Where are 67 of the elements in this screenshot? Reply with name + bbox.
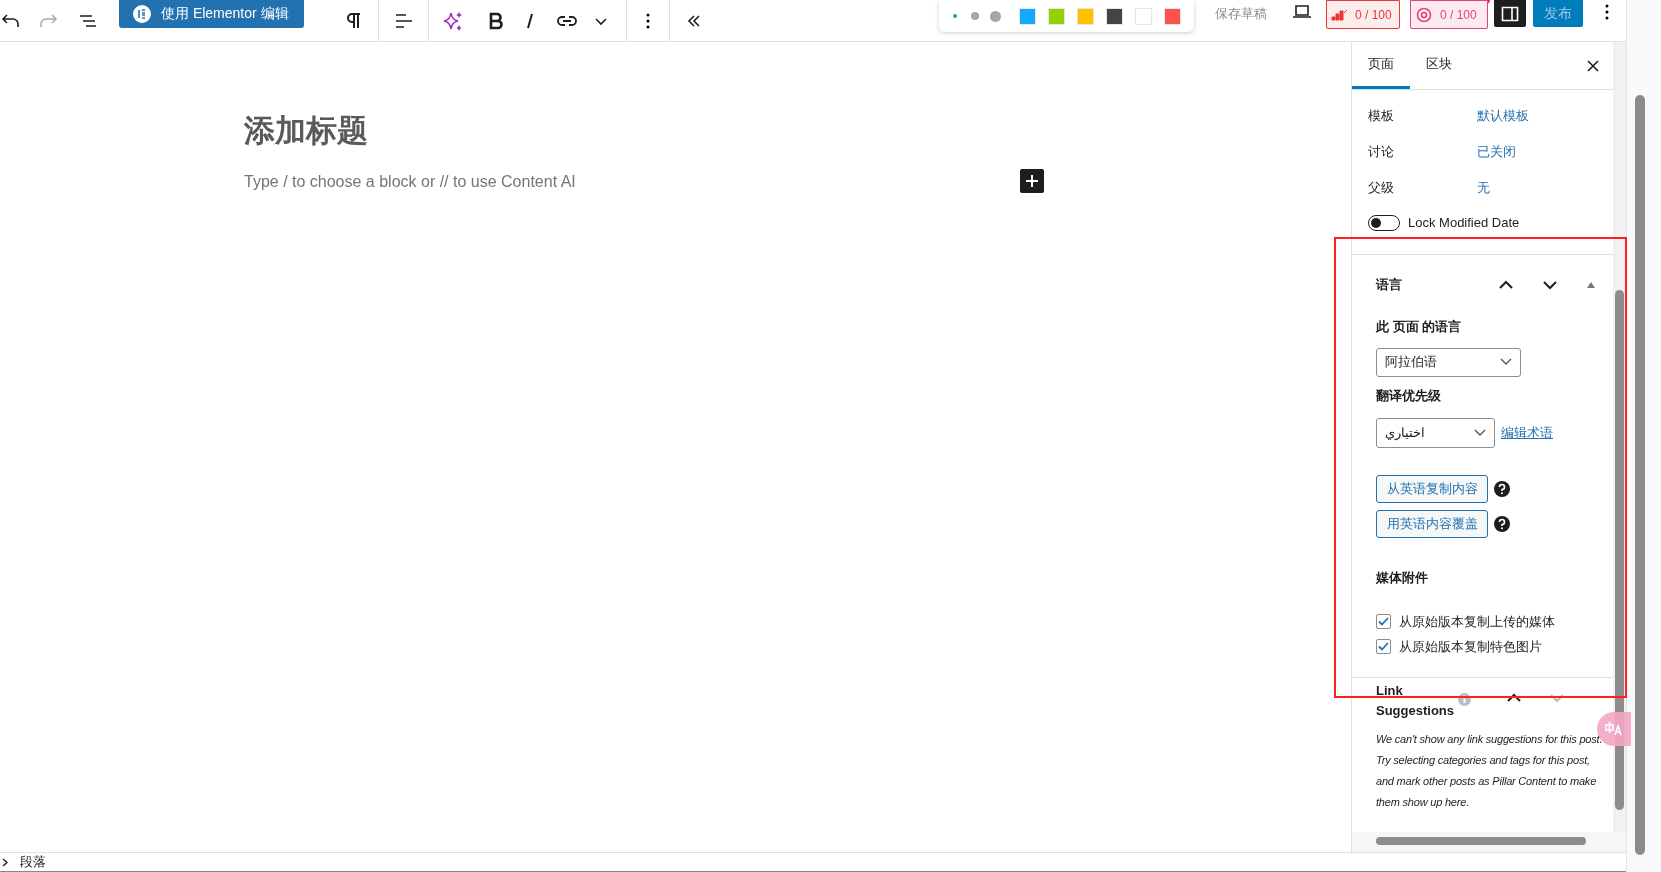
info-icon [1458, 692, 1471, 706]
panel-title: Link Suggestions [1376, 681, 1455, 720]
help-icon [1494, 481, 1510, 497]
setting-label: 讨论 [1368, 143, 1395, 162]
seo-score-button[interactable]: 0 / 100 [1326, 0, 1400, 29]
collapse-icon[interactable] [686, 12, 702, 29]
setting-value-link[interactable]: 默认模板 [1477, 106, 1529, 126]
panel-title: 语言 [1376, 276, 1403, 295]
more-menu-icon[interactable] [1604, 3, 1610, 21]
color-swatch[interactable] [1106, 7, 1123, 25]
elementor-logo-icon [133, 4, 151, 23]
action-button[interactable]: 用英语内容覆盖 [1376, 510, 1488, 538]
panel-icon [1501, 5, 1519, 22]
chevron-down-icon [1500, 358, 1512, 366]
color-swatch[interactable] [1019, 7, 1036, 25]
save-draft-link[interactable]: 保存草稿 [1215, 4, 1267, 24]
breadcrumb-item[interactable]: 段落 [20, 852, 46, 872]
translate-icon [1605, 721, 1623, 737]
checkmark-icon [1378, 642, 1389, 652]
sidebar-toggle-button[interactable] [1494, 0, 1526, 27]
laptop-icon[interactable] [1292, 3, 1312, 19]
field-label: 翻译优先级 [1376, 386, 1442, 405]
checkmark-icon [1378, 616, 1389, 626]
language-select[interactable]: 阿拉伯语 [1376, 347, 1521, 377]
section-heading: 媒体附件 [1376, 569, 1429, 587]
readability-score-button[interactable]: 0 / 100 [1410, 0, 1488, 29]
close-icon [1587, 59, 1600, 72]
help-icon [1494, 516, 1510, 532]
setting-value-link[interactable]: 无 [1477, 178, 1490, 198]
color-swatch[interactable] [1048, 7, 1065, 25]
setting-value-link[interactable]: 已关闭 [1477, 142, 1516, 162]
chevron-down-icon [1474, 429, 1486, 437]
checkbox-label: 从原始版本复制特色图片 [1399, 638, 1542, 656]
toggle-switch[interactable] [1368, 215, 1400, 231]
checkbox[interactable] [1376, 613, 1391, 629]
plus-icon [1025, 174, 1039, 188]
checkbox[interactable] [1376, 639, 1391, 655]
horizontal-scrollbar-thumb[interactable] [1376, 837, 1586, 845]
chevron-right-icon [2, 857, 8, 867]
chevron-down-icon [1543, 280, 1558, 290]
priority-select[interactable]: اختياري [1376, 418, 1495, 448]
block-placeholder[interactable]: Type / to choose a block or // to use Content AI [244, 170, 576, 194]
bold-icon[interactable] [488, 10, 504, 31]
chart-icon [1331, 8, 1347, 21]
more-options-icon[interactable] [645, 11, 651, 30]
chevron-up-icon [1499, 280, 1514, 290]
checkbox-label: 从原始版本复制上传的媒体 [1399, 612, 1555, 631]
color-swatch[interactable] [1135, 7, 1152, 25]
sidebar-tab[interactable]: 区块 [1410, 42, 1468, 89]
chevron-up-icon [1507, 692, 1521, 703]
sidebar-tab[interactable]: 页面 [1352, 42, 1410, 89]
triangle-up-icon [1587, 282, 1596, 288]
scrollbar-thumb[interactable] [1615, 290, 1625, 810]
window-scrollbar-thumb[interactable] [1635, 95, 1645, 855]
glossary-link[interactable]: 编辑术语 [1501, 423, 1553, 443]
setting-label: 父级 [1368, 179, 1395, 198]
action-button[interactable]: 从英语复制内容 [1376, 475, 1488, 503]
color-swatch[interactable] [1077, 7, 1094, 25]
add-block-button[interactable] [1020, 169, 1044, 193]
chevron-down-icon [1550, 692, 1564, 703]
elementor-edit-button[interactable]: 使用 Elementor 编辑 [119, 0, 304, 28]
title-placeholder[interactable]: 添加标题 [244, 108, 368, 155]
empty-state-message: We can't show any link suggestions for this post. Try selecting categories and tags for this post, and mark other posts as Pillar Content to make them show up here. [1376, 731, 1604, 810]
color-swatch[interactable] [1164, 7, 1181, 25]
setting-label: 模板 [1368, 107, 1395, 126]
field-label: 此 页面 的语言 [1376, 318, 1463, 336]
toggle-label: Lock Modified Date [1408, 214, 1520, 233]
